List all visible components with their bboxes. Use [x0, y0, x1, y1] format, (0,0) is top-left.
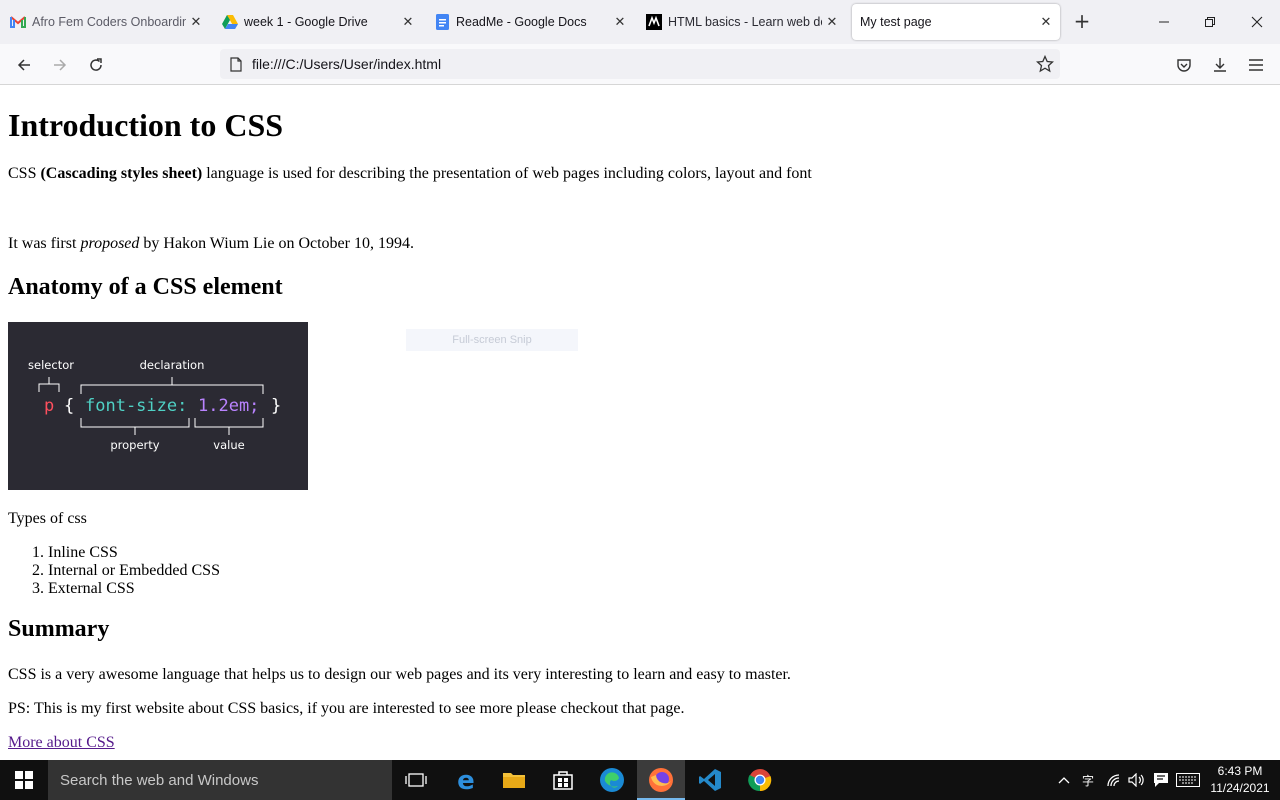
declaration-label: declaration [140, 358, 205, 372]
tab-mdn[interactable]: HTML basics - Learn web dev ✕ [636, 4, 846, 40]
code-selector: p [44, 396, 54, 416]
bookmark-star-icon[interactable] [1035, 54, 1055, 73]
file-explorer-icon[interactable] [490, 760, 538, 800]
css-anatomy-image: selector declaration p { font-size: 1.2e… [8, 322, 308, 490]
tab-title: My test page [860, 15, 932, 29]
search-placeholder: Search the web and Windows [60, 771, 259, 789]
list-item: Inline CSS [48, 544, 220, 562]
restore-icon[interactable] [1196, 8, 1224, 36]
anatomy-heading: Anatomy of a CSS element [8, 274, 283, 300]
volume-icon[interactable] [1126, 760, 1148, 800]
tab-title: Afro Fem Coders Onboarding [32, 15, 186, 29]
vscode-icon[interactable] [686, 760, 734, 800]
property-label: property [110, 438, 159, 452]
tab-my-test-page[interactable]: My test page ✕ [852, 4, 1060, 40]
tab-google-docs[interactable]: ReadMe - Google Docs ✕ [424, 4, 634, 40]
code-open-brace: { [64, 396, 74, 416]
windows-start-icon[interactable] [0, 760, 48, 800]
menu-icon[interactable] [1242, 51, 1270, 79]
network-icon[interactable] [1104, 760, 1126, 800]
close-tab-icon[interactable]: ✕ [822, 12, 842, 32]
edge-legacy-icon[interactable]: e [442, 760, 490, 800]
forward-arrow-icon[interactable] [46, 51, 74, 79]
tab-gmail[interactable]: Afro Fem Coders Onboarding ✕ [0, 4, 210, 40]
new-tab-button[interactable]: + [1070, 10, 1094, 34]
page-title: Introduction to CSS [8, 107, 284, 143]
summary-paragraph: CSS is a very awesome language that help… [8, 666, 791, 683]
value-label: value [213, 438, 244, 452]
page-file-icon [228, 56, 244, 72]
intro-paragraph: CSS (Cascading styles sheet) language is… [8, 165, 812, 183]
close-window-icon[interactable] [1243, 8, 1271, 36]
full-screen-snip-overlay[interactable]: Full-screen Snip [406, 329, 578, 351]
tab-bar: Afro Fem Coders Onboarding ✕ week 1 - Go… [0, 0, 1280, 44]
link-paragraph: More about CSS [8, 734, 115, 752]
history-text: It was first [8, 235, 81, 252]
close-tab-icon[interactable]: ✕ [398, 12, 418, 32]
css-types-list: Inline CSS Internal or Embedded CSS Exte… [8, 544, 220, 598]
touch-keyboard-icon[interactable] [1174, 760, 1202, 800]
navigation-bar: file:///C:/Users/User/index.html [0, 44, 1280, 85]
microsoft-store-icon[interactable] [539, 760, 587, 800]
taskbar-search-box[interactable]: Search the web and Windows [48, 760, 392, 800]
list-item: Internal or Embedded CSS [48, 562, 220, 580]
tab-title: HTML basics - Learn web dev [668, 15, 822, 29]
list-item: External CSS [48, 580, 220, 598]
gmail-icon [10, 14, 26, 30]
clock-date: 11/24/2021 [1210, 781, 1270, 795]
google-drive-icon [222, 14, 238, 30]
intro-text: language is used for describing the pres… [202, 165, 812, 182]
input-indicator-icon[interactable]: 字 [1077, 760, 1099, 800]
close-tab-icon[interactable]: ✕ [1036, 12, 1056, 32]
code-value: 1.2em; [198, 396, 259, 416]
intro-text: CSS [8, 165, 41, 182]
svg-text:e: e [457, 768, 475, 792]
chrome-icon[interactable] [736, 760, 784, 800]
code-property: font-size: [85, 396, 187, 416]
summary-heading: Summary [8, 616, 110, 642]
types-label: Types of css [8, 510, 87, 527]
pocket-icon[interactable] [1170, 51, 1198, 79]
clock-time: 6:43 PM [1217, 764, 1263, 778]
history-italic-text: proposed [80, 235, 140, 252]
ps-paragraph: PS: This is my first website about CSS b… [8, 700, 685, 717]
history-text: by Hakon Wium Lie on October 10, 1994. [139, 235, 414, 252]
url-text[interactable]: file:///C:/Users/User/index.html [252, 56, 441, 72]
more-about-css-link[interactable]: More about CSS [8, 734, 115, 751]
firefox-icon[interactable] [637, 760, 685, 800]
action-center-icon[interactable] [1149, 760, 1173, 800]
history-paragraph: It was first proposed by Hakon Wium Lie … [8, 235, 414, 253]
google-docs-icon [434, 14, 450, 30]
show-hidden-icons-chevron-icon[interactable] [1054, 760, 1074, 800]
minimize-icon[interactable] [1150, 8, 1178, 36]
reload-icon[interactable] [82, 51, 110, 79]
tab-title: week 1 - Google Drive [244, 15, 368, 29]
mdn-icon [646, 14, 662, 30]
close-tab-icon[interactable]: ✕ [186, 12, 206, 32]
intro-bold-text: (Cascading styles sheet) [40, 165, 203, 182]
close-tab-icon[interactable]: ✕ [610, 12, 630, 32]
back-arrow-icon[interactable] [10, 51, 38, 79]
web-page-content: Introduction to CSS CSS (Cascading style… [0, 85, 1280, 760]
task-view-icon[interactable] [392, 760, 440, 800]
tab-title: ReadMe - Google Docs [456, 15, 587, 29]
edge-icon[interactable] [588, 760, 636, 800]
tab-google-drive[interactable]: week 1 - Google Drive ✕ [212, 4, 422, 40]
url-bar[interactable]: file:///C:/Users/User/index.html [220, 49, 1060, 79]
download-icon[interactable] [1206, 51, 1234, 79]
taskbar-clock[interactable]: 6:43 PM 11/24/2021 [1200, 763, 1280, 797]
code-close-brace: } [271, 396, 281, 416]
selector-label: selector [28, 358, 74, 372]
windows-taskbar: Search the web and Windows e 字 6:43 PM 1… [0, 760, 1280, 800]
